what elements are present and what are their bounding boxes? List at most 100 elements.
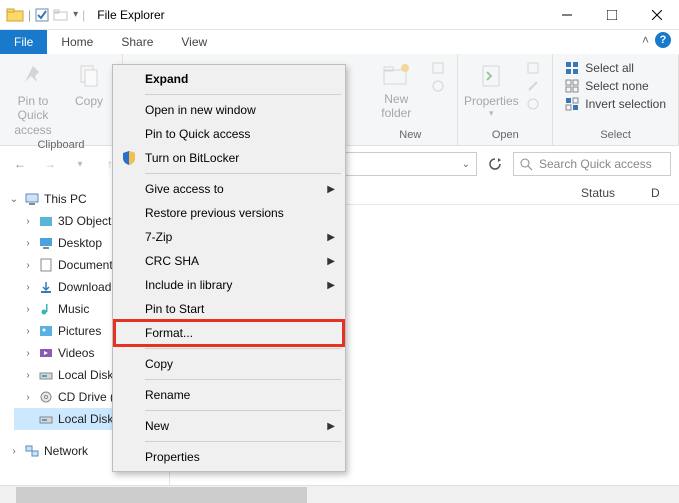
tab-file[interactable]: File — [0, 30, 47, 54]
column-status[interactable]: Status — [581, 186, 651, 200]
ctx-rename[interactable]: Rename — [115, 383, 343, 407]
tab-home[interactable]: Home — [47, 30, 107, 54]
titlebar: | ▾ | File Explorer — [0, 0, 679, 30]
chevron-right-icon[interactable]: › — [22, 370, 34, 381]
chevron-right-icon[interactable]: › — [22, 326, 34, 337]
easy-access-button[interactable] — [427, 78, 449, 94]
ctx-crc-sha[interactable]: CRC SHA▶ — [115, 249, 343, 273]
chevron-right-icon[interactable]: › — [22, 392, 34, 403]
select-all-label: Select all — [585, 61, 634, 75]
window-controls — [544, 0, 679, 30]
qat-separator2: | — [82, 8, 85, 22]
scrollbar-thumb[interactable] — [16, 487, 307, 503]
ctx-pin-quick-access[interactable]: Pin to Quick access — [115, 122, 343, 146]
open-group-label: Open — [492, 127, 519, 145]
ctx-label: Expand — [145, 72, 188, 86]
qat-separator: | — [28, 8, 31, 22]
context-menu: Expand Open in new window Pin to Quick a… — [112, 64, 346, 472]
submenu-arrow-icon: ▶ — [327, 256, 335, 267]
ribbon-group-select: Select all Select none Invert selection … — [553, 54, 679, 145]
tree-label: Desktop — [58, 236, 102, 250]
ctx-bitlocker[interactable]: Turn on BitLocker — [115, 146, 343, 170]
submenu-arrow-icon: ▶ — [327, 232, 335, 243]
pin-label: Pin to Quick access — [8, 94, 58, 137]
ctx-pin-start[interactable]: Pin to Start — [115, 297, 343, 321]
invert-selection-button[interactable]: Invert selection — [561, 96, 670, 112]
ctx-copy[interactable]: Copy — [115, 352, 343, 376]
search-box[interactable]: Search Quick access — [513, 152, 671, 176]
ctx-open-new-window[interactable]: Open in new window — [115, 98, 343, 122]
select-none-button[interactable]: Select none — [561, 78, 670, 94]
ctx-new[interactable]: New▶ — [115, 414, 343, 438]
properties-button[interactable]: Properties ▾ — [466, 58, 516, 119]
copy-label: Copy — [75, 94, 103, 108]
tree-label: Videos — [58, 346, 94, 360]
select-none-icon — [565, 79, 579, 93]
qat-dropdown-icon[interactable]: ▾ — [73, 9, 78, 20]
ctx-restore-versions[interactable]: Restore previous versions — [115, 201, 343, 225]
tree-label: Network — [44, 444, 88, 458]
videos-icon — [38, 345, 54, 361]
ctx-7zip[interactable]: 7-Zip▶ — [115, 225, 343, 249]
select-group-label: Select — [600, 127, 631, 145]
chevron-right-icon[interactable]: › — [22, 238, 34, 249]
properties-icon — [477, 62, 505, 90]
ctx-give-access[interactable]: Give access to▶ — [115, 177, 343, 201]
recent-locations-button[interactable]: ▾ — [68, 152, 92, 176]
properties-label: Properties — [464, 94, 519, 108]
back-button[interactable]: ← — [8, 152, 32, 176]
ctx-label: Restore previous versions — [145, 206, 284, 220]
new-folder-qat-icon[interactable] — [53, 8, 69, 22]
copy-button[interactable]: Copy — [64, 58, 114, 108]
invert-selection-label: Invert selection — [585, 97, 666, 111]
close-button[interactable] — [634, 0, 679, 30]
chevron-right-icon[interactable]: › — [22, 216, 34, 227]
maximize-button[interactable] — [589, 0, 634, 30]
folder-icon — [6, 7, 24, 23]
column-d[interactable]: D — [651, 186, 671, 200]
search-icon — [520, 158, 533, 171]
desktop-icon — [38, 235, 54, 251]
minimize-button[interactable] — [544, 0, 589, 30]
bitlocker-shield-icon — [121, 150, 137, 166]
ctx-separator — [145, 410, 341, 411]
history-button[interactable] — [522, 96, 544, 112]
address-dropdown-icon[interactable]: ⌄ — [462, 159, 470, 170]
horizontal-scrollbar[interactable] — [0, 485, 679, 503]
ctx-separator — [145, 379, 341, 380]
chevron-right-icon[interactable]: › — [22, 260, 34, 271]
ctx-expand[interactable]: Expand — [115, 67, 343, 91]
forward-button[interactable]: → — [38, 152, 62, 176]
tab-view[interactable]: View — [167, 30, 221, 54]
new-item-button[interactable] — [427, 60, 449, 76]
refresh-button[interactable] — [483, 152, 507, 176]
collapse-ribbon-icon[interactable]: ˄ — [642, 33, 649, 47]
pictures-icon — [38, 323, 54, 339]
pin-to-quick-access-button[interactable]: Pin to Quick access — [8, 58, 58, 137]
open-button[interactable] — [522, 60, 544, 76]
ctx-separator — [145, 348, 341, 349]
chevron-right-icon[interactable]: › — [22, 282, 34, 293]
ribbon-group-clipboard: Pin to Quick access Copy Clipboard — [0, 54, 123, 145]
drive-icon — [38, 411, 54, 427]
quick-access-toolbar: | ▾ | — [0, 7, 91, 23]
ctx-format[interactable]: Format... — [115, 321, 343, 345]
ctx-properties[interactable]: Properties — [115, 445, 343, 469]
tree-label: This PC — [44, 192, 87, 206]
help-icon[interactable]: ? — [655, 32, 671, 48]
ctx-label: Pin to Quick access — [145, 127, 250, 141]
tab-share[interactable]: Share — [107, 30, 167, 54]
ctx-include-library[interactable]: Include in library▶ — [115, 273, 343, 297]
ctx-label: Format... — [145, 326, 193, 340]
chevron-down-icon[interactable]: ⌄ — [8, 194, 20, 205]
select-all-button[interactable]: Select all — [561, 60, 670, 76]
new-folder-button[interactable]: New folder — [371, 58, 421, 121]
checkbox-icon[interactable] — [35, 8, 49, 22]
chevron-right-icon[interactable]: › — [22, 348, 34, 359]
ctx-separator — [145, 173, 341, 174]
chevron-right-icon[interactable]: › — [22, 304, 34, 315]
edit-button[interactable] — [522, 78, 544, 94]
new-folder-icon — [381, 62, 411, 88]
chevron-right-icon[interactable]: › — [8, 446, 20, 457]
ctx-label: Give access to — [145, 182, 224, 196]
